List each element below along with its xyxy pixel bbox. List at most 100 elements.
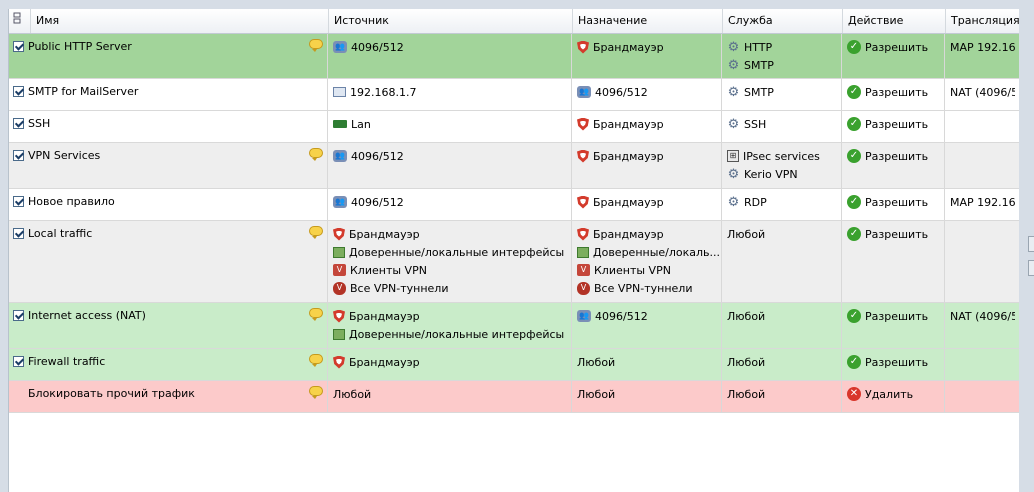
destination-entry[interactable]: Брандмауэр (577, 115, 717, 133)
rule-enabled-checkbox[interactable] (13, 117, 24, 129)
source-entry[interactable]: Брандмауэр (333, 225, 567, 243)
destination-entry[interactable]: V Клиенты VPN (577, 261, 717, 279)
scroll-up-button[interactable] (1028, 236, 1034, 252)
destination-cell[interactable]: Любой (572, 349, 722, 380)
source-entry[interactable]: Lan (333, 115, 567, 133)
column-header-name[interactable]: Имя (31, 9, 329, 33)
rule-enabled-checkbox[interactable] (13, 388, 24, 399)
translation-cell[interactable] (945, 381, 1015, 412)
rule-enabled-checkbox[interactable] (13, 40, 24, 52)
service-entry[interactable]: ⚙ Kerio VPN (727, 165, 837, 183)
translation-cell[interactable] (945, 221, 1015, 302)
destination-entry[interactable]: V Все VPN-туннели (577, 279, 717, 297)
service-cell[interactable]: Любой (722, 303, 842, 348)
rule-row[interactable]: Блокировать прочий трафик Любой Любой Любой… (9, 381, 1019, 413)
rule-row[interactable]: SSH Lan Брандмауэр ⚙ SSH ✓ Разрешить (9, 111, 1019, 143)
action-entry[interactable]: ✓ Разрешить (847, 225, 940, 243)
rule-enabled-checkbox[interactable] (13, 227, 24, 239)
source-entry[interactable]: 👥 4096/512 (333, 193, 567, 211)
column-header-source[interactable]: Источник (329, 9, 573, 33)
action-entry[interactable]: ✓ Разрешить (847, 307, 940, 325)
rule-row[interactable]: Новое правило 👥 4096/512 Брандмауэр ⚙ RDP ✓ Раз… (9, 189, 1019, 221)
destination-cell[interactable]: Брандмауэр (572, 111, 722, 142)
source-entry[interactable]: Доверенные/локальные интерфейсы (333, 243, 567, 261)
action-cell[interactable]: ✓ Разрешить (842, 79, 945, 110)
source-cell[interactable]: 👥 4096/512 (328, 143, 572, 188)
comment-icon[interactable] (309, 226, 323, 239)
column-options-icon[interactable] (9, 9, 31, 33)
source-entry[interactable]: 👥 4096/512 (333, 38, 567, 56)
rule-row[interactable]: Internet access (NAT) Брандмауэр Доверенны… (9, 303, 1019, 349)
action-entry[interactable]: ✕ Удалить (847, 385, 940, 403)
action-entry[interactable]: ✓ Разрешить (847, 193, 940, 211)
rule-row[interactable]: Firewall traffic Брандмауэр Любой Любой ✓ Раз… (9, 349, 1019, 381)
action-entry[interactable]: ✓ Разрешить (847, 115, 940, 133)
action-cell[interactable]: ✓ Разрешить (842, 111, 945, 142)
destination-cell[interactable]: Брандмауэр (572, 189, 722, 220)
translation-cell[interactable]: NAT (4096/51 (945, 79, 1015, 110)
rule-row[interactable]: VPN Services 👥 4096/512 Брандмауэр ⊞ IPsec se… (9, 143, 1019, 189)
column-header-service[interactable]: Служба (723, 9, 843, 33)
action-cell[interactable]: ✓ Разрешить (842, 303, 945, 348)
destination-cell[interactable]: Брандмауэр Доверенные/локаль... V Клиенты V… (572, 221, 722, 302)
source-cell[interactable]: 👥 4096/512 (328, 34, 572, 78)
service-entry[interactable]: ⚙ RDP (727, 193, 837, 211)
service-cell[interactable]: ⊞ IPsec services ⚙ Kerio VPN (722, 143, 842, 188)
translation-cell[interactable] (945, 111, 1015, 142)
translation-cell[interactable]: NAT (4096/51 (945, 303, 1015, 348)
service-cell[interactable]: ⚙ RDP (722, 189, 842, 220)
destination-cell[interactable]: Брандмауэр (572, 143, 722, 188)
action-cell[interactable]: ✕ Удалить (842, 381, 945, 412)
comment-icon[interactable] (309, 148, 323, 161)
service-entry[interactable]: ⚙ SSH (727, 115, 837, 133)
service-cell[interactable]: Любой (722, 349, 842, 380)
source-entry[interactable]: V Все VPN-туннели (333, 279, 567, 297)
translation-cell[interactable]: MAP 192.168. (945, 189, 1015, 220)
rule-row[interactable]: Public HTTP Server 👥 4096/512 Брандмауэр ⚙ HT… (9, 34, 1019, 79)
comment-icon[interactable] (309, 386, 323, 399)
rule-row[interactable]: SMTP for MailServer 192.168.1.7 👥 4096/512 ⚙… (9, 79, 1019, 111)
action-cell[interactable]: ✓ Разрешить (842, 189, 945, 220)
source-cell[interactable]: 👥 4096/512 (328, 189, 572, 220)
service-entry[interactable]: ⚙ SMTP (727, 83, 837, 101)
service-cell[interactable]: Любой (722, 381, 842, 412)
rule-enabled-checkbox[interactable] (13, 85, 24, 97)
destination-entry[interactable]: Любой (577, 353, 717, 371)
action-entry[interactable]: ✓ Разрешить (847, 83, 940, 101)
source-cell[interactable]: 192.168.1.7 (328, 79, 572, 110)
translation-cell[interactable]: MAP 192.168. (945, 34, 1015, 78)
destination-entry[interactable]: 👥 4096/512 (577, 307, 717, 325)
destination-entry[interactable]: Брандмауэр (577, 193, 717, 211)
action-cell[interactable]: ✓ Разрешить (842, 34, 945, 78)
translation-cell[interactable] (945, 349, 1015, 380)
comment-icon[interactable] (309, 39, 323, 52)
rule-row[interactable]: Local traffic Брандмауэр Доверенные/локаль… (9, 221, 1019, 303)
service-entry[interactable]: Любой (727, 307, 837, 325)
action-entry[interactable]: ✓ Разрешить (847, 147, 940, 165)
comment-icon[interactable] (309, 354, 323, 367)
source-entry[interactable]: Любой (333, 385, 567, 403)
service-cell[interactable]: ⚙ SSH (722, 111, 842, 142)
source-entry[interactable]: V Клиенты VPN (333, 261, 567, 279)
source-cell[interactable]: Брандмауэр Доверенные/локальные интерфейс… (328, 221, 572, 302)
destination-entry[interactable]: 👥 4096/512 (577, 83, 717, 101)
service-cell[interactable]: ⚙ SMTP (722, 79, 842, 110)
source-cell[interactable]: Брандмауэр (328, 349, 572, 380)
action-cell[interactable]: ✓ Разрешить (842, 349, 945, 380)
destination-cell[interactable]: 👥 4096/512 (572, 303, 722, 348)
source-entry[interactable]: 192.168.1.7 (333, 83, 567, 101)
service-entry[interactable]: Любой (727, 353, 837, 371)
rule-enabled-checkbox[interactable] (13, 309, 24, 321)
destination-entry[interactable]: Брандмауэр (577, 147, 717, 165)
service-cell[interactable]: ⚙ HTTP ⚙ SMTP (722, 34, 842, 78)
service-entry[interactable]: Любой (727, 225, 837, 243)
action-cell[interactable]: ✓ Разрешить (842, 221, 945, 302)
column-header-translation[interactable]: Трансляция (946, 9, 1019, 33)
service-entry[interactable]: ⚙ SMTP (727, 56, 837, 74)
destination-cell[interactable]: Брандмауэр (572, 34, 722, 78)
action-cell[interactable]: ✓ Разрешить (842, 143, 945, 188)
destination-entry[interactable]: Любой (577, 385, 717, 403)
source-entry[interactable]: Брандмауэр (333, 307, 567, 325)
column-header-destination[interactable]: Назначение (573, 9, 723, 33)
service-entry[interactable]: Любой (727, 385, 837, 403)
